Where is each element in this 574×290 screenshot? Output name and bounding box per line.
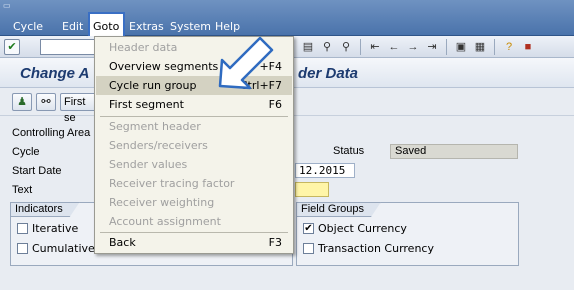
menu-item-segment-header: Segment header [109, 120, 201, 133]
menu-help[interactable]: Help [215, 20, 240, 33]
sap-window: ▭ Cycle Edit Goto Extras System Help ✔ ▤… [0, 0, 574, 290]
transaction-currency-checkbox[interactable] [303, 243, 314, 254]
system-menu-icon[interactable]: ▭ [3, 2, 13, 10]
shortcut-first-segment: F6 [268, 98, 282, 111]
object-currency-label: Object Currency [318, 222, 407, 235]
menu-extras[interactable]: Extras [129, 20, 164, 33]
next-page-icon[interactable]: → [405, 39, 421, 55]
menu-edit[interactable]: Edit [62, 20, 83, 33]
first-segment-button[interactable]: First se [60, 93, 96, 124]
last-page-icon[interactable]: ⇥ [424, 39, 440, 55]
start-date-field[interactable]: 12.2015 [295, 163, 355, 178]
cumulative-label: Cumulative [32, 242, 95, 255]
cycle-label: Cycle [12, 146, 40, 158]
field-groups-title: Field Groups [296, 202, 381, 217]
person-icon[interactable]: ♟ [12, 93, 32, 111]
status-label: Status [333, 145, 365, 157]
text-field[interactable] [295, 182, 329, 197]
status-field: Saved [390, 144, 518, 159]
menu-bar: ▭ Cycle Edit Goto Extras System Help [0, 0, 574, 36]
toolbar-icons: ▤ ⚲ ⚲ ⇤ ← → ⇥ ▣ ▦ ? ■ [300, 39, 536, 55]
menu-item-receiver-weighting: Receiver weighting [109, 196, 215, 209]
pointer-arrow-icon [218, 36, 274, 90]
page-title: Change A [20, 65, 90, 82]
menu-goto[interactable]: Goto [93, 20, 119, 33]
menu-cycle[interactable]: Cycle [13, 20, 43, 33]
enter-button[interactable]: ✔ [4, 39, 20, 55]
iterative-checkbox[interactable] [17, 223, 28, 234]
create-session-icon[interactable]: ▣ [453, 39, 469, 55]
command-field[interactable] [40, 39, 96, 55]
shortcut-back: F3 [268, 236, 282, 249]
toolbar-separator [494, 39, 495, 55]
find-icon[interactable]: ⚲ [319, 39, 335, 55]
object-currency-checkbox[interactable]: ✔ [303, 223, 314, 234]
customize-icon[interactable]: ■ [520, 39, 536, 55]
prev-page-icon[interactable]: ← [386, 39, 402, 55]
menu-item-receiver-tracing-factor: Receiver tracing factor [109, 177, 235, 190]
controlling-area-label: Controlling Area [12, 127, 91, 139]
menu-system[interactable]: System [170, 20, 211, 33]
save-icon[interactable]: ▤ [300, 39, 316, 55]
first-page-icon[interactable]: ⇤ [367, 39, 383, 55]
page-title-continued: der Data [298, 65, 359, 82]
shortcut-icon[interactable]: ▦ [472, 39, 488, 55]
menu-item-first-segment[interactable]: First segment F6 [96, 95, 292, 114]
transaction-currency-label: Transaction Currency [318, 242, 434, 255]
toolbar-separator [446, 39, 447, 55]
menu-item-back[interactable]: Back F3 [96, 233, 292, 252]
cumulative-checkbox[interactable] [17, 243, 28, 254]
toolbar-separator [360, 39, 361, 55]
menu-item-account-assignment: Account assignment [109, 215, 221, 228]
field-groups-group: Field Groups ✔ Object Currency Transacti… [296, 202, 519, 266]
iterative-label: Iterative [32, 222, 79, 235]
find-next-icon[interactable]: ⚲ [338, 39, 354, 55]
menu-item-senders-receivers: Senders/receivers [109, 139, 208, 152]
indicators-title: Indicators [10, 202, 80, 217]
menu-item-sender-values: Sender values [109, 158, 188, 171]
binoculars-icon[interactable]: ⚯ [36, 93, 56, 111]
help-icon[interactable]: ? [501, 39, 517, 55]
start-date-label: Start Date [12, 165, 62, 177]
text-label: Text [12, 184, 33, 196]
